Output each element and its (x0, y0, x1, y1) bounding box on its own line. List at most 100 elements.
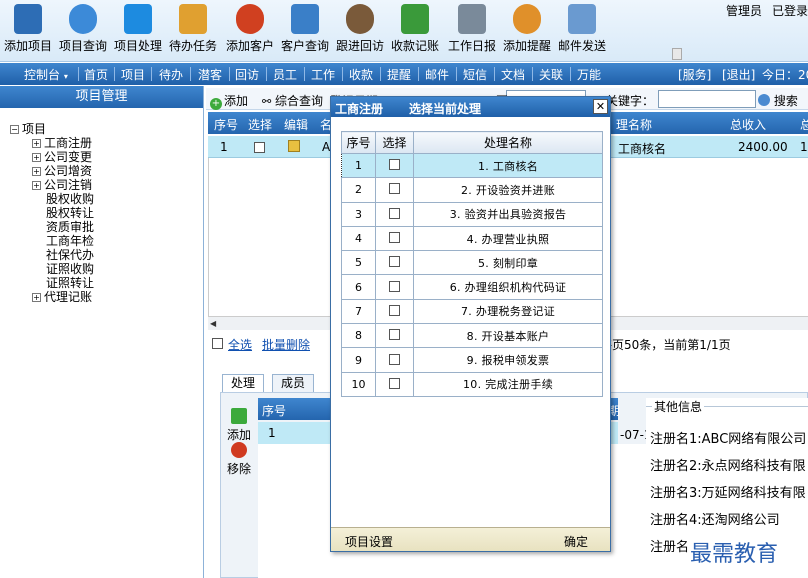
nav-console[interactable]: 控制台 ▾ (24, 66, 68, 83)
process-row[interactable]: 6 6. 办理组织机构代码证 (341, 274, 603, 300)
process-select-cell[interactable] (375, 298, 414, 325)
process-row[interactable]: 7 7. 办理税务登记证 (341, 298, 603, 325)
process-row[interactable]: 9 9. 报税申领发票 (341, 347, 603, 373)
checkbox[interactable] (212, 338, 223, 349)
toolbar-daily-report[interactable]: 工作日报 (444, 2, 500, 60)
confirm-button[interactable]: 确定 (564, 533, 588, 550)
nav-sms[interactable]: 短信 (463, 66, 487, 83)
nav-project[interactable]: 项目 (121, 66, 145, 83)
tree-node-label: 公司注销 (44, 178, 93, 192)
edit-icon[interactable] (288, 140, 300, 152)
nav-service-link[interactable]: [服务] (678, 66, 711, 83)
tree-node[interactable]: 股权转让 (10, 206, 94, 220)
tree-node[interactable]: 股权收购 (10, 192, 94, 206)
batch-delete-link[interactable]: 批量删除 (262, 336, 310, 353)
checkbox[interactable] (389, 207, 400, 219)
toolbar-add-project[interactable]: 添加项目 (0, 2, 56, 60)
process-row[interactable]: 2 2. 开设验资并进账 (341, 177, 603, 203)
tree-node[interactable]: + 代理记账 (10, 290, 94, 304)
checkbox[interactable] (389, 304, 400, 316)
checkbox[interactable] (389, 183, 400, 195)
nav-reminder[interactable]: 提醒 (387, 66, 411, 83)
nav-staff[interactable]: 员工 (273, 66, 297, 83)
dialog-title-bar[interactable]: 工商注册 选择当前处理 ✕ (331, 97, 610, 117)
keyword-input[interactable] (658, 90, 756, 108)
nav-revisit[interactable]: 回访 (235, 66, 259, 83)
tree-node[interactable]: + 公司变更 (10, 150, 94, 164)
tab-process[interactable]: 处理 (222, 374, 265, 392)
toolbar-customer-query[interactable]: 客户查询 (277, 2, 333, 60)
process-row[interactable]: 5 5. 刻制印章 (341, 250, 603, 276)
process-select-cell[interactable] (375, 177, 414, 203)
tree-node[interactable]: 社保代办 (10, 248, 94, 262)
checkbox[interactable] (389, 353, 400, 365)
tree-node[interactable]: + 工商注册 (10, 136, 94, 150)
toolbar-todo-tasks[interactable]: 待办任务 (165, 2, 221, 60)
select-all-checkbox[interactable] (212, 337, 223, 351)
expand-icon[interactable]: + (32, 181, 41, 190)
toolbar-follow-up[interactable]: 跟进回访 (332, 2, 388, 60)
toolbar-send-mail[interactable]: 邮件发送 (554, 2, 610, 60)
expand-icon[interactable]: + (32, 167, 41, 176)
detail-remove-button[interactable]: 移除 (224, 442, 254, 477)
process-row[interactable]: 8 8. 开设基本账户 (341, 323, 603, 349)
process-select-cell[interactable] (375, 323, 414, 349)
add-project-button[interactable]: + 添加 (210, 92, 248, 110)
process-row[interactable]: 3 3. 验资并出具验资报告 (341, 201, 603, 227)
project-settings-link[interactable]: 项目设置 (345, 533, 393, 550)
expand-icon[interactable]: + (32, 153, 41, 162)
expand-icon[interactable]: + (32, 293, 41, 302)
expand-icon[interactable]: + (32, 139, 41, 148)
tab-members[interactable]: 成员 (272, 374, 315, 392)
tree-node[interactable]: 资质审批 (10, 220, 94, 234)
process-row[interactable]: 4 4. 办理营业执照 (341, 225, 603, 252)
checkbox[interactable] (389, 329, 400, 341)
process-row[interactable]: 1 1. 工商核名 (341, 152, 603, 179)
tree-node[interactable]: 证照转让 (10, 276, 94, 290)
tree-node[interactable]: + 公司增资 (10, 164, 94, 178)
scroll-left-icon[interactable]: ◀ (210, 319, 216, 328)
nav-logout-link[interactable]: [退出] (722, 66, 755, 83)
checkbox[interactable] (389, 232, 400, 244)
nav-work[interactable]: 工作 (311, 66, 335, 83)
select-all-link[interactable]: 全选 (228, 336, 252, 353)
process-row[interactable]: 10 10. 完成注册手续 (341, 371, 603, 397)
nav-payment[interactable]: 收款 (349, 66, 373, 83)
combined-query-button[interactable]: ⚯ 综合查询 (262, 92, 323, 109)
nav-universal[interactable]: 万能 (577, 66, 601, 83)
toolbar-project-query[interactable]: 项目查询 (55, 2, 111, 60)
nav-relations[interactable]: 关联 (539, 66, 563, 83)
process-select-cell[interactable] (375, 274, 414, 300)
process-select-cell[interactable] (375, 347, 414, 373)
nav-mail[interactable]: 邮件 (425, 66, 449, 83)
process-select-cell[interactable] (375, 152, 414, 179)
nav-todo[interactable]: 待办 (159, 66, 183, 83)
scrollbar-stub[interactable] (672, 48, 682, 60)
tree-node[interactable]: − 项目 (10, 122, 94, 136)
process-select-cell[interactable] (375, 250, 414, 276)
toolbar-project-process[interactable]: 项目处理 (110, 2, 166, 60)
collapse-icon[interactable]: − (10, 125, 19, 134)
nav-home[interactable]: 首页 (84, 66, 108, 83)
process-select-cell[interactable] (375, 201, 414, 227)
checkbox[interactable] (254, 142, 265, 153)
toolbar-add-customer[interactable]: 添加客户 (222, 2, 278, 60)
tree-node[interactable]: 证照收购 (10, 262, 94, 276)
toolbar-payment[interactable]: 收款记账 (387, 2, 443, 60)
checkbox[interactable] (389, 280, 400, 292)
checkbox[interactable] (389, 159, 400, 171)
process-select-cell[interactable] (375, 225, 414, 252)
checkbox[interactable] (389, 377, 400, 389)
process-select-cell[interactable] (375, 371, 414, 397)
checkbox[interactable] (389, 256, 400, 268)
search-button[interactable]: 搜索 (758, 92, 798, 109)
detail-add-button[interactable]: 添加 (224, 408, 254, 443)
tree-node[interactable]: + 公司注销 (10, 178, 94, 192)
toolbar-add-reminder[interactable]: 添加提醒 (499, 2, 555, 60)
row-checkbox[interactable] (254, 141, 265, 155)
close-icon[interactable]: ✕ (593, 99, 608, 114)
nav-prospect[interactable]: 潜客 (198, 66, 222, 83)
nav-docs[interactable]: 文档 (501, 66, 525, 83)
tree-node[interactable]: 工商年检 (10, 234, 94, 248)
project-tree: − 项目 + 工商注册 + 公司变更 + 公司增资 + 公司注销 股权收购 股权转让 资质审批 工商年检社… (10, 122, 94, 304)
